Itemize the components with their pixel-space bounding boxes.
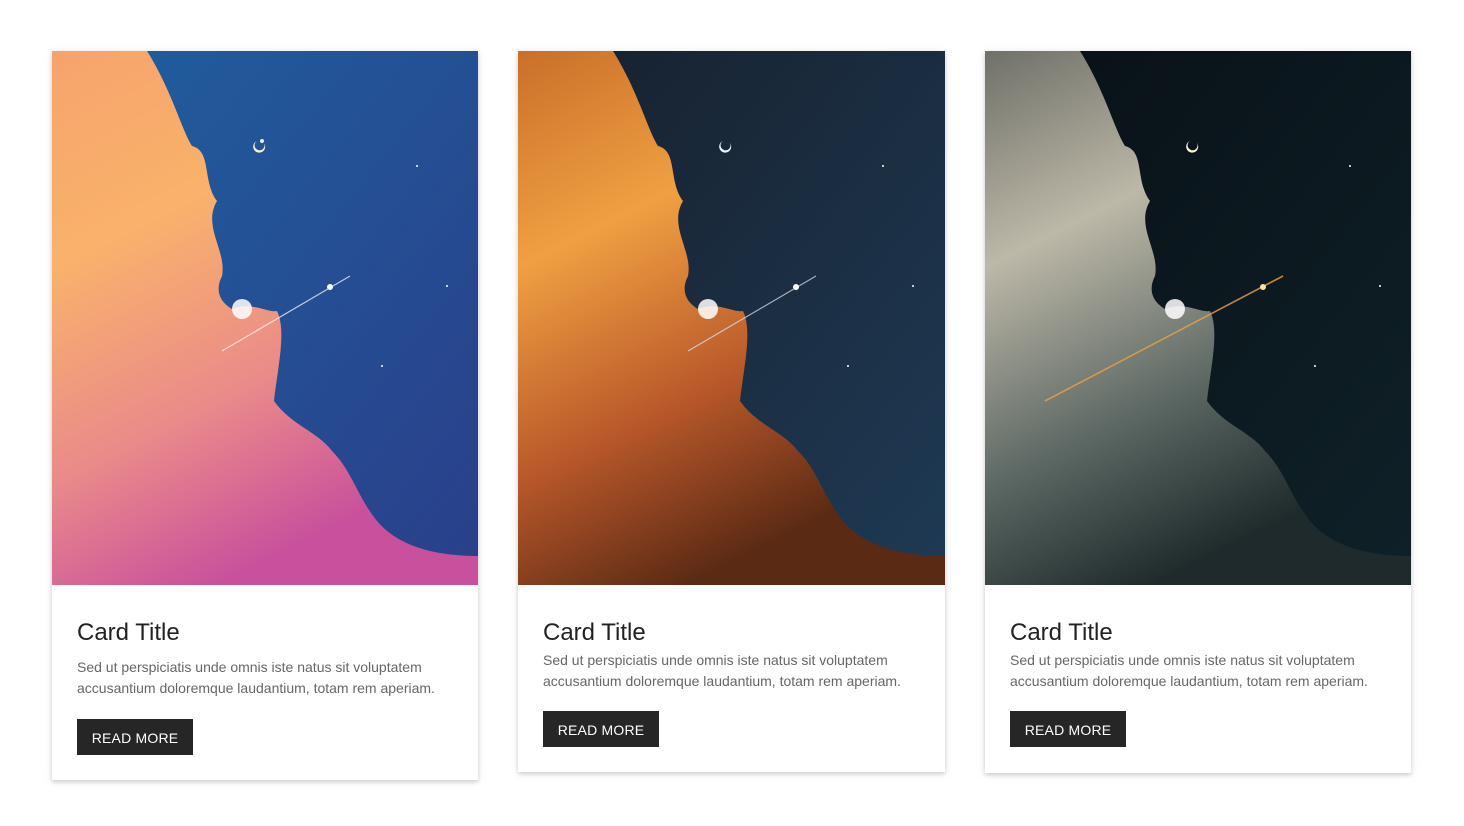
sky-clouds-plane-image: [985, 51, 1411, 585]
read-more-button[interactable]: READ MORE: [1010, 711, 1126, 747]
card-title: Card Title: [1010, 619, 1113, 646]
sky-clouds-plane-image: [52, 51, 478, 585]
card-description: Sed ut perspiciatis unde omnis iste natu…: [543, 652, 901, 689]
card-3: Card Title Sed ut perspiciatis unde omni…: [985, 51, 1411, 773]
card-description: Sed ut perspiciatis unde omnis iste natu…: [1010, 652, 1368, 689]
card-1: Card Title Sed ut perspiciatis unde omni…: [52, 51, 478, 780]
card-grid: Card Title Sed ut perspiciatis unde omni…: [0, 0, 1464, 826]
card-title: Card Title: [543, 619, 646, 646]
card-description: Sed ut perspiciatis unde omnis iste natu…: [77, 659, 435, 696]
card-image: [518, 51, 945, 585]
sky-clouds-plane-image: [518, 51, 945, 585]
read-more-button[interactable]: READ MORE: [77, 719, 193, 755]
card-image: [985, 51, 1411, 585]
card-image: [52, 51, 478, 585]
read-more-button[interactable]: READ MORE: [543, 711, 659, 747]
card-title: Card Title: [77, 619, 180, 646]
card-2: Card Title Sed ut perspiciatis unde omni…: [518, 51, 945, 772]
